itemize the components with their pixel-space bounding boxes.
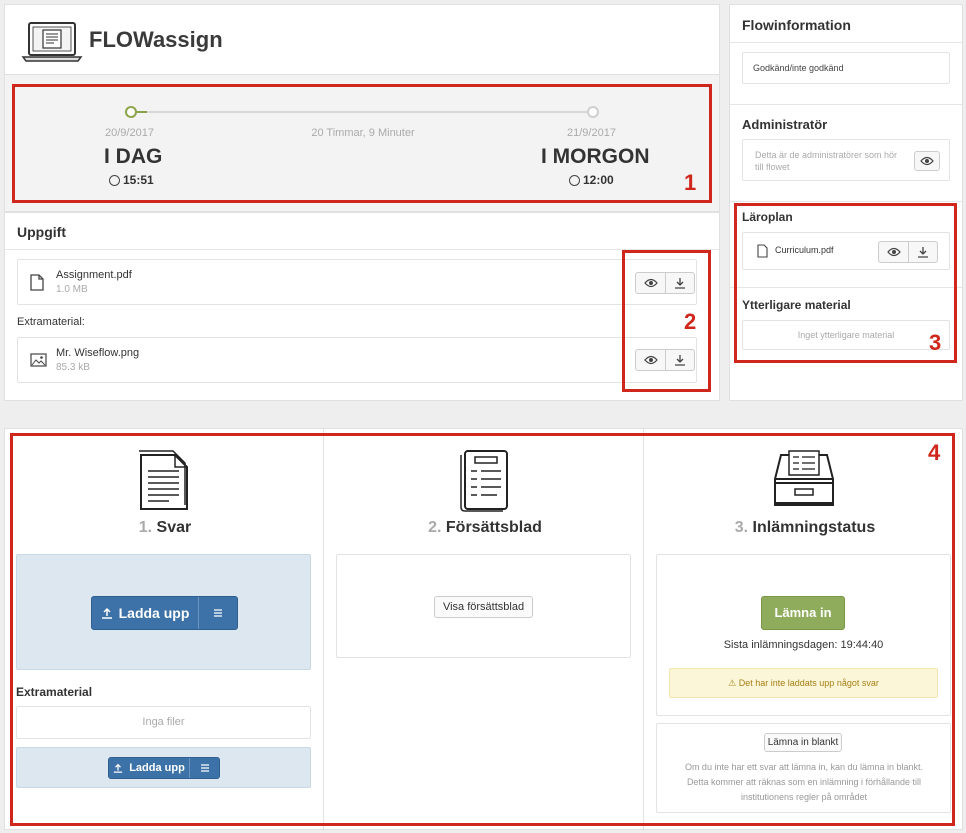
annotation-box-2: [622, 250, 711, 392]
task-panel: Uppgift Assignment.pdf 1.0 MB Extramater…: [4, 212, 720, 401]
task-title: Uppgift: [17, 224, 66, 240]
extramaterial-label: Extramaterial:: [17, 316, 85, 328]
admin-box: Detta är de administratörer som hör till…: [742, 139, 950, 181]
file-size: 85.3 kB: [56, 362, 90, 373]
admin-actions: [914, 151, 940, 171]
assignment-file[interactable]: Assignment.pdf 1.0 MB: [17, 259, 697, 305]
admin-text: Detta är de administratörer som hör till…: [755, 150, 898, 172]
file-name[interactable]: Mr. Wiseflow.png: [56, 347, 139, 359]
extra-file[interactable]: Mr. Wiseflow.png 85.3 kB: [17, 337, 697, 383]
document-icon: [30, 274, 44, 291]
app-header: FLOWassign: [4, 4, 720, 74]
admin-title: Administratör: [742, 117, 828, 132]
grading-field: Godkänd/inte godkänd: [742, 52, 950, 84]
file-name[interactable]: Assignment.pdf: [56, 269, 132, 281]
annotation-number-4: 4: [928, 440, 941, 465]
sidebar-title: Flowinformation: [742, 17, 851, 33]
annotation-number-1: 1: [684, 170, 697, 195]
annotation-box-3: [734, 203, 957, 363]
image-icon: [30, 353, 47, 367]
file-size: 1.0 MB: [56, 284, 88, 295]
app-title: FLOWassign: [89, 27, 223, 52]
annotation-number-2: 2: [684, 309, 697, 334]
laptop-icon: [21, 22, 83, 62]
view-admins-button[interactable]: [915, 152, 939, 170]
annotation-box-4: [10, 433, 955, 826]
annotation-number-3: 3: [929, 330, 942, 355]
annotation-box-1: [12, 84, 712, 203]
eye-icon: [920, 156, 934, 166]
